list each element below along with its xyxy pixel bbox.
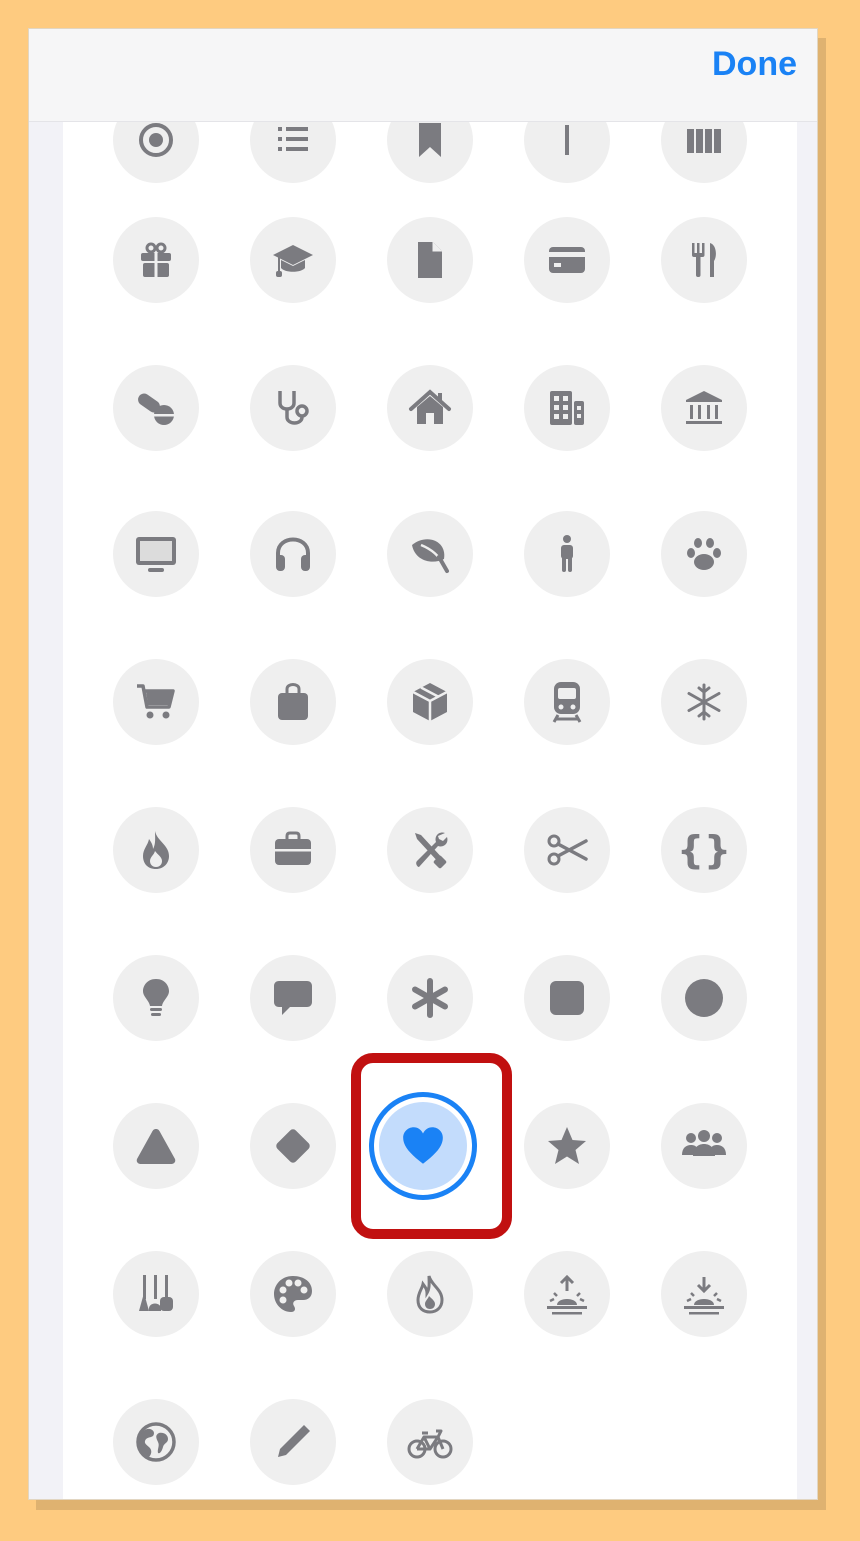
people-icon	[682, 1130, 726, 1156]
triangle-icon	[136, 1129, 176, 1164]
credit-card-icon	[549, 247, 585, 273]
circle-icon	[685, 979, 723, 1017]
stethoscope-icon-cell[interactable]	[250, 365, 336, 451]
flame-icon	[143, 831, 169, 869]
stethoscope-icon	[278, 391, 309, 425]
building-icon-cell[interactable]	[524, 365, 610, 451]
cart-icon-cell[interactable]	[113, 659, 199, 745]
leaf-icon-cell[interactable]	[387, 511, 473, 597]
house-icon	[409, 389, 451, 424]
train-icon-cell[interactable]	[524, 659, 610, 745]
box-icon-cell[interactable]	[387, 659, 473, 745]
person-icon	[561, 535, 573, 572]
lightbulb-icon	[143, 979, 169, 1016]
heart-icon	[403, 1127, 443, 1164]
paw-icon-cell[interactable]	[661, 511, 747, 597]
asterisk-icon	[412, 978, 448, 1018]
flame-outline-icon	[416, 1275, 444, 1314]
bank-icon	[686, 391, 722, 424]
briefcase-icon	[275, 831, 311, 865]
fork-knife-icon-cell[interactable]	[661, 217, 747, 303]
sunset-icon	[684, 1277, 724, 1315]
pencil-icon-cell[interactable]	[250, 1399, 336, 1485]
globe-icon-cell[interactable]	[113, 1399, 199, 1485]
speech-bubble-icon	[274, 981, 312, 1015]
document-icon	[418, 242, 442, 278]
graduation-cap-icon-cell[interactable]	[250, 217, 336, 303]
bookmark-icon	[419, 123, 441, 157]
building-icon	[550, 391, 584, 425]
headphones-icon	[276, 537, 310, 571]
sheet-margin-left	[29, 29, 63, 1499]
pills-icon	[138, 393, 174, 425]
heart-icon-cell-selected[interactable]	[369, 1092, 477, 1200]
speech-bubble-icon-cell[interactable]	[250, 955, 336, 1041]
list-icon	[278, 127, 308, 151]
guitars-icon	[139, 1275, 173, 1311]
pin-icon	[565, 125, 569, 155]
sheet-margin-right	[797, 29, 817, 1499]
triangle-icon-cell[interactable]	[113, 1103, 199, 1189]
gift-icon	[141, 242, 171, 277]
circle-icon-cell[interactable]	[661, 955, 747, 1041]
sunrise-icon-cell[interactable]	[524, 1251, 610, 1337]
done-button[interactable]: Done	[712, 45, 797, 84]
asterisk-icon-cell[interactable]	[387, 955, 473, 1041]
people-icon-cell[interactable]	[661, 1103, 747, 1189]
credit-card-icon-cell[interactable]	[524, 217, 610, 303]
person-icon-cell[interactable]	[524, 511, 610, 597]
icon-grid: {}	[63, 29, 797, 1499]
box-icon	[412, 683, 448, 721]
fork-knife-icon	[692, 243, 716, 277]
target-icon	[139, 123, 173, 157]
star-icon	[548, 1127, 586, 1164]
paw-icon	[687, 538, 721, 570]
snowflake-icon-cell[interactable]	[661, 659, 747, 745]
square-icon-cell[interactable]	[524, 955, 610, 1041]
briefcase-icon-cell[interactable]	[250, 807, 336, 893]
curly-braces-icon-cell[interactable]: {}	[661, 807, 747, 893]
sunset-icon-cell[interactable]	[661, 1251, 747, 1337]
tools-icon-cell[interactable]	[387, 807, 473, 893]
bag-icon	[278, 683, 308, 720]
snowflake-icon	[687, 683, 721, 721]
scissors-icon-cell[interactable]	[524, 807, 610, 893]
navigation-bar: Done	[29, 29, 817, 122]
curly-braces-icon: {}	[676, 828, 732, 872]
graduation-cap-icon	[273, 245, 313, 277]
books-icon	[687, 129, 721, 153]
bag-icon-cell[interactable]	[250, 659, 336, 745]
document-icon-cell[interactable]	[387, 217, 473, 303]
guitars-icon-cell[interactable]	[113, 1251, 199, 1337]
leaf-icon	[412, 539, 449, 573]
selected-icon-background	[379, 1102, 467, 1190]
diamond-icon-cell[interactable]	[250, 1103, 336, 1189]
square-icon	[550, 981, 584, 1015]
flame-outline-icon-cell[interactable]	[387, 1251, 473, 1337]
diamond-icon	[276, 1129, 310, 1163]
star-icon-cell[interactable]	[524, 1103, 610, 1189]
globe-icon	[136, 1422, 176, 1462]
lightbulb-icon-cell[interactable]	[113, 955, 199, 1041]
bicycle-icon-cell[interactable]	[387, 1399, 473, 1485]
train-icon	[552, 682, 582, 723]
headphones-icon-cell[interactable]	[250, 511, 336, 597]
bank-icon-cell[interactable]	[661, 365, 747, 451]
sunrise-icon	[547, 1274, 587, 1315]
palette-icon-cell[interactable]	[250, 1251, 336, 1337]
palette-icon	[274, 1276, 312, 1312]
tools-icon	[415, 832, 448, 869]
pencil-icon	[278, 1425, 310, 1457]
bicycle-icon	[407, 1429, 453, 1459]
pills-icon-cell[interactable]	[113, 365, 199, 451]
house-icon-cell[interactable]	[387, 365, 473, 451]
icon-picker-sheet: Done {}	[28, 28, 818, 1500]
desktop-icon-cell[interactable]	[113, 511, 199, 597]
scissors-icon	[547, 834, 588, 866]
desktop-icon	[136, 537, 176, 572]
cart-icon	[137, 684, 175, 719]
gift-icon-cell[interactable]	[113, 217, 199, 303]
flame-icon-cell[interactable]	[113, 807, 199, 893]
